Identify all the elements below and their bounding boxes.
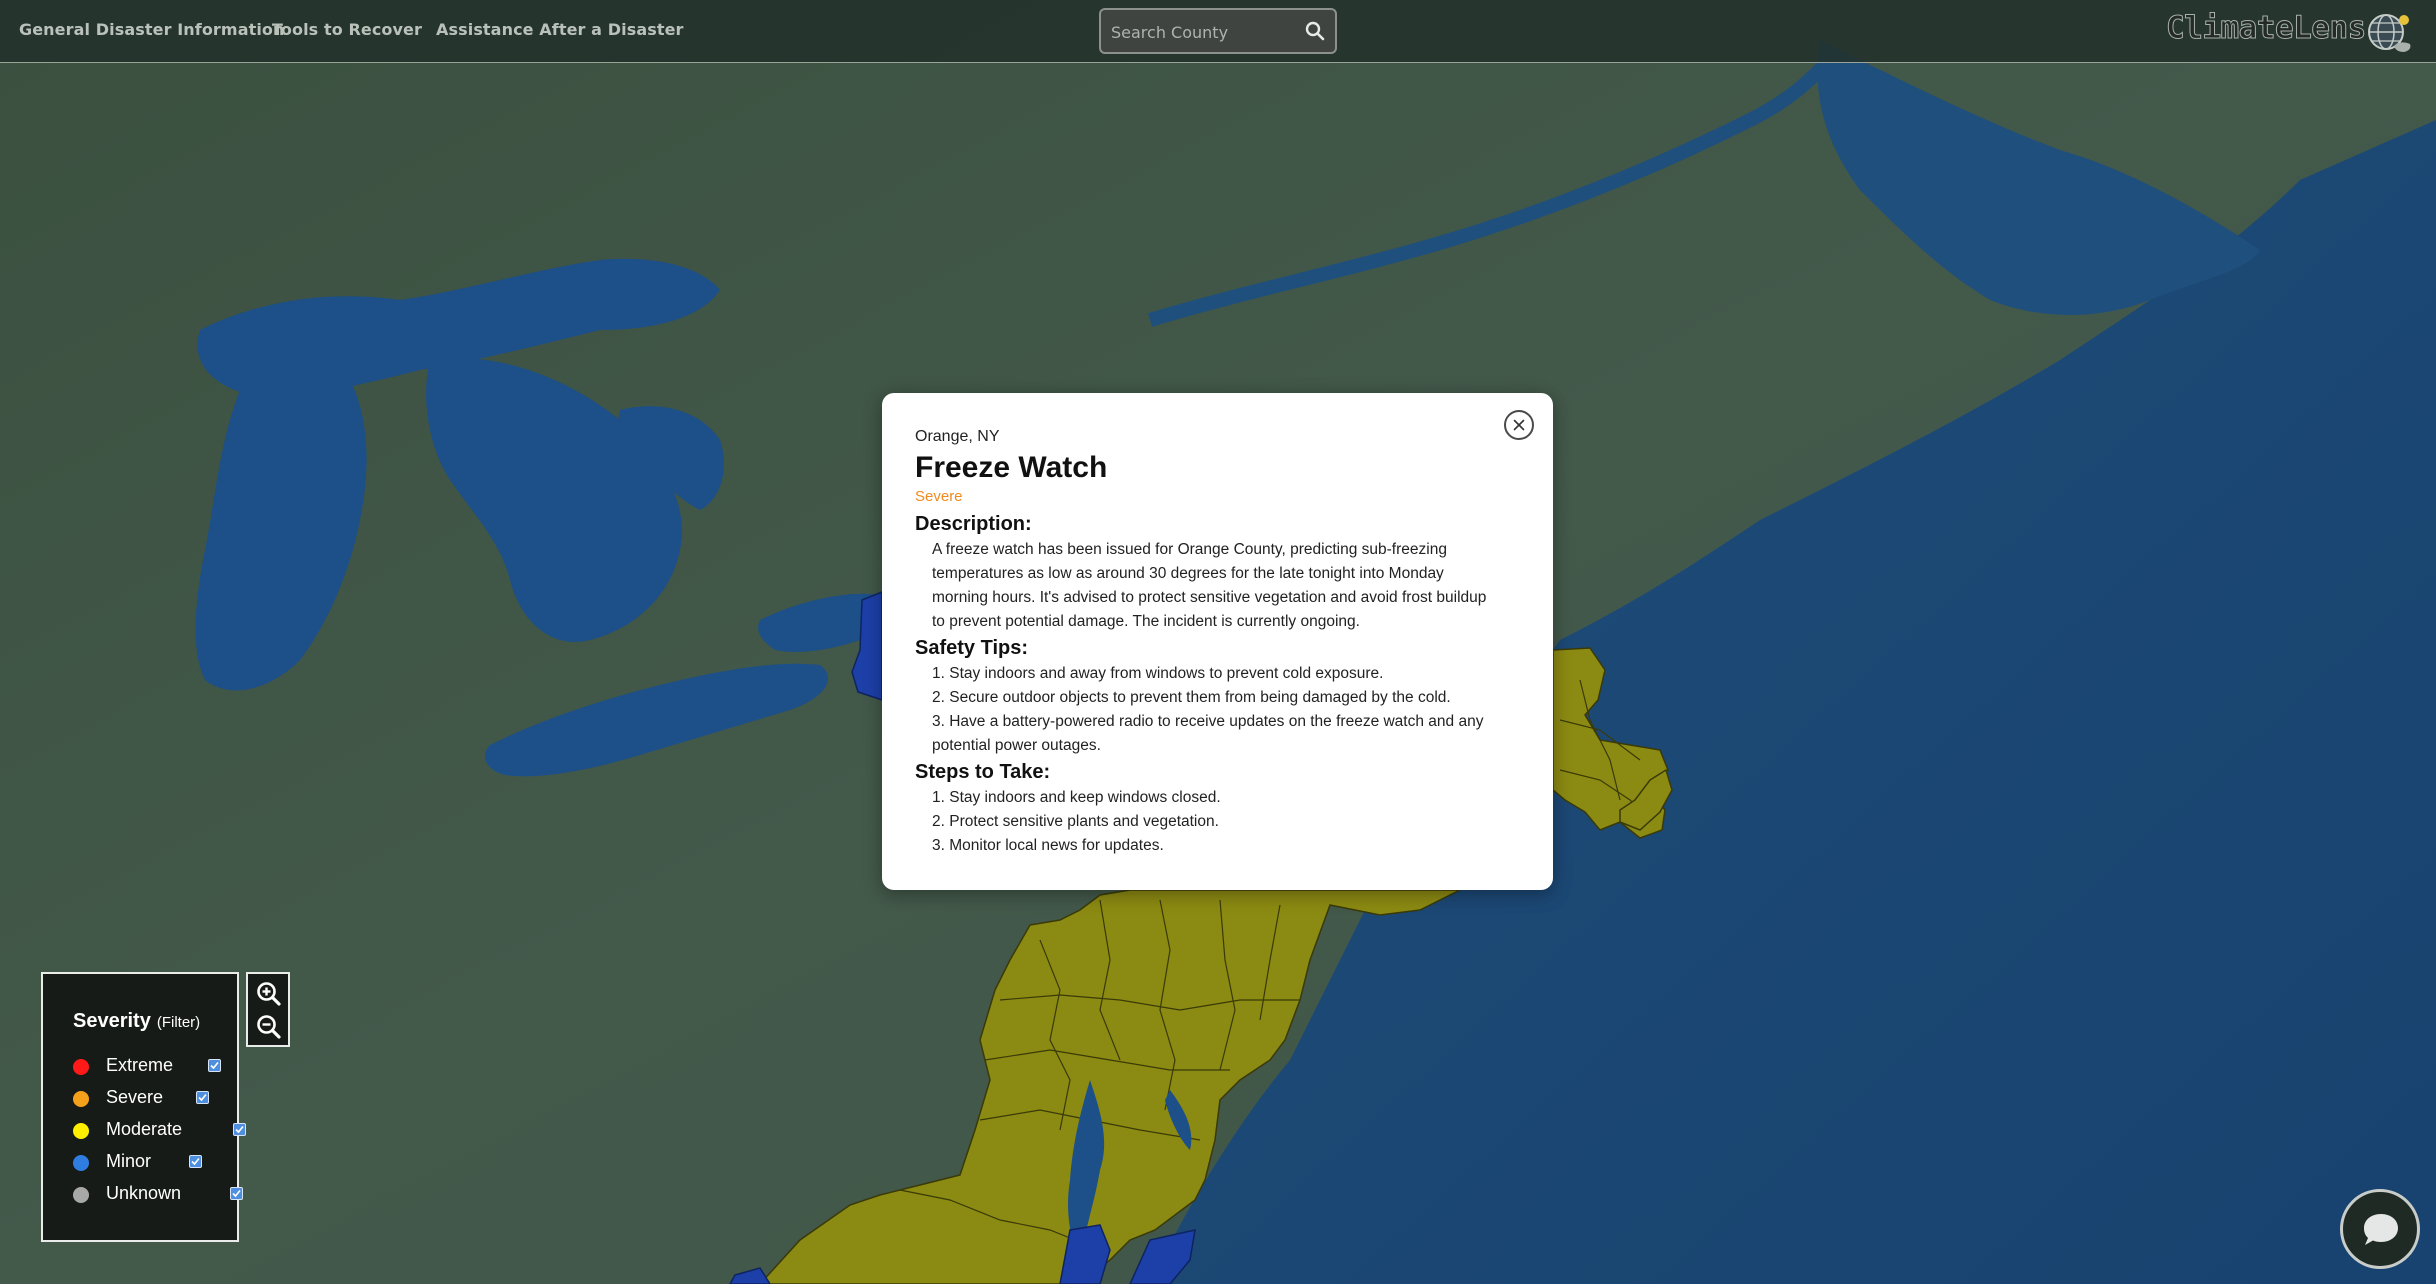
severity-dot-icon: [73, 1091, 89, 1107]
severity-dot-icon: [73, 1187, 89, 1203]
legend-title-text: Severity: [73, 1010, 151, 1032]
step-line: 2. Protect sensitive plants and vegetati…: [932, 813, 1219, 830]
top-nav-bar: General Disaster Information Tools to Re…: [0, 0, 2436, 63]
steps-body: 1. Stay indoors and keep windows closed.…: [932, 786, 1512, 858]
safety-tips-body: 1. Stay indoors and away from windows to…: [932, 662, 1512, 758]
app-root: General Disaster Information Tools to Re…: [0, 0, 2436, 1284]
nav-link-assistance-after-disaster[interactable]: Assistance After a Disaster: [436, 20, 684, 39]
alert-location: Orange, NY: [915, 428, 1000, 445]
nav-link-general-disaster-info[interactable]: General Disaster Information: [19, 20, 285, 39]
county-search: [1099, 8, 1337, 54]
zoom-in-icon[interactable]: [254, 979, 284, 1009]
checkbox-checked-icon[interactable]: [233, 1123, 246, 1136]
chat-button[interactable]: [2340, 1189, 2420, 1269]
checkbox-checked-icon[interactable]: [208, 1059, 221, 1072]
county-search-input[interactable]: [1109, 18, 1293, 46]
legend-label: Severe: [106, 1087, 164, 1107]
legend-title: Severity (Filter): [73, 1010, 200, 1033]
safety-tip-line: potential power outages.: [932, 737, 1101, 754]
legend-label: Minor: [106, 1151, 152, 1171]
alert-title: Freeze Watch: [915, 451, 1108, 484]
zoom-controls: [246, 972, 290, 1047]
checkbox-checked-icon[interactable]: [189, 1155, 202, 1168]
severity-legend: Severity (Filter) Extreme Severe Moderate: [41, 972, 246, 1242]
alert-severity: Severe: [915, 488, 963, 505]
description-body: A freeze watch has been issued for Orang…: [932, 538, 1512, 634]
severity-dot-icon: [73, 1123, 89, 1139]
checkbox-checked-icon[interactable]: [196, 1091, 209, 1104]
severity-dot-icon: [73, 1155, 89, 1171]
severity-dot-icon: [73, 1059, 89, 1075]
safety-tip-line: 2. Secure outdoor objects to prevent the…: [932, 689, 1451, 706]
description-line: temperatures as low as around 30 degrees…: [932, 565, 1444, 582]
safety-tips-heading: Safety Tips:: [915, 637, 1028, 659]
description-line: A freeze watch has been issued for Orang…: [932, 541, 1447, 558]
zoom-out-icon[interactable]: [254, 1012, 284, 1042]
legend-subtitle: (Filter): [156, 1014, 201, 1031]
alert-detail-popup: Orange, NY Freeze Watch Severe Descripti…: [882, 393, 1553, 890]
nav-link-tools-to-recover[interactable]: Tools to Recover: [272, 20, 422, 39]
legend-label: Moderate: [106, 1119, 183, 1139]
description-line: morning hours. It's advised to protect s…: [932, 589, 1487, 606]
chat-bubble-icon: [2364, 1214, 2398, 1245]
legend-label: Unknown: [106, 1183, 182, 1203]
steps-heading: Steps to Take:: [915, 761, 1051, 783]
description-heading: Description:: [915, 513, 1032, 535]
safety-tip-line: 3. Have a battery-powered radio to recei…: [932, 713, 1484, 730]
legend-label: Extreme: [106, 1055, 174, 1075]
description-line: to prevent potential damage. The inciden…: [932, 613, 1360, 630]
globe-logo-icon: [2360, 10, 2416, 54]
close-icon[interactable]: [1504, 410, 1534, 440]
search-icon[interactable]: [1303, 19, 1327, 43]
brand-name: ClimateLens: [2166, 10, 2367, 47]
step-line: 1. Stay indoors and keep windows closed.: [932, 789, 1221, 806]
safety-tip-line: 1. Stay indoors and away from windows to…: [932, 665, 1384, 682]
step-line: 3. Monitor local news for updates.: [932, 837, 1164, 854]
checkbox-checked-icon[interactable]: [230, 1187, 243, 1200]
